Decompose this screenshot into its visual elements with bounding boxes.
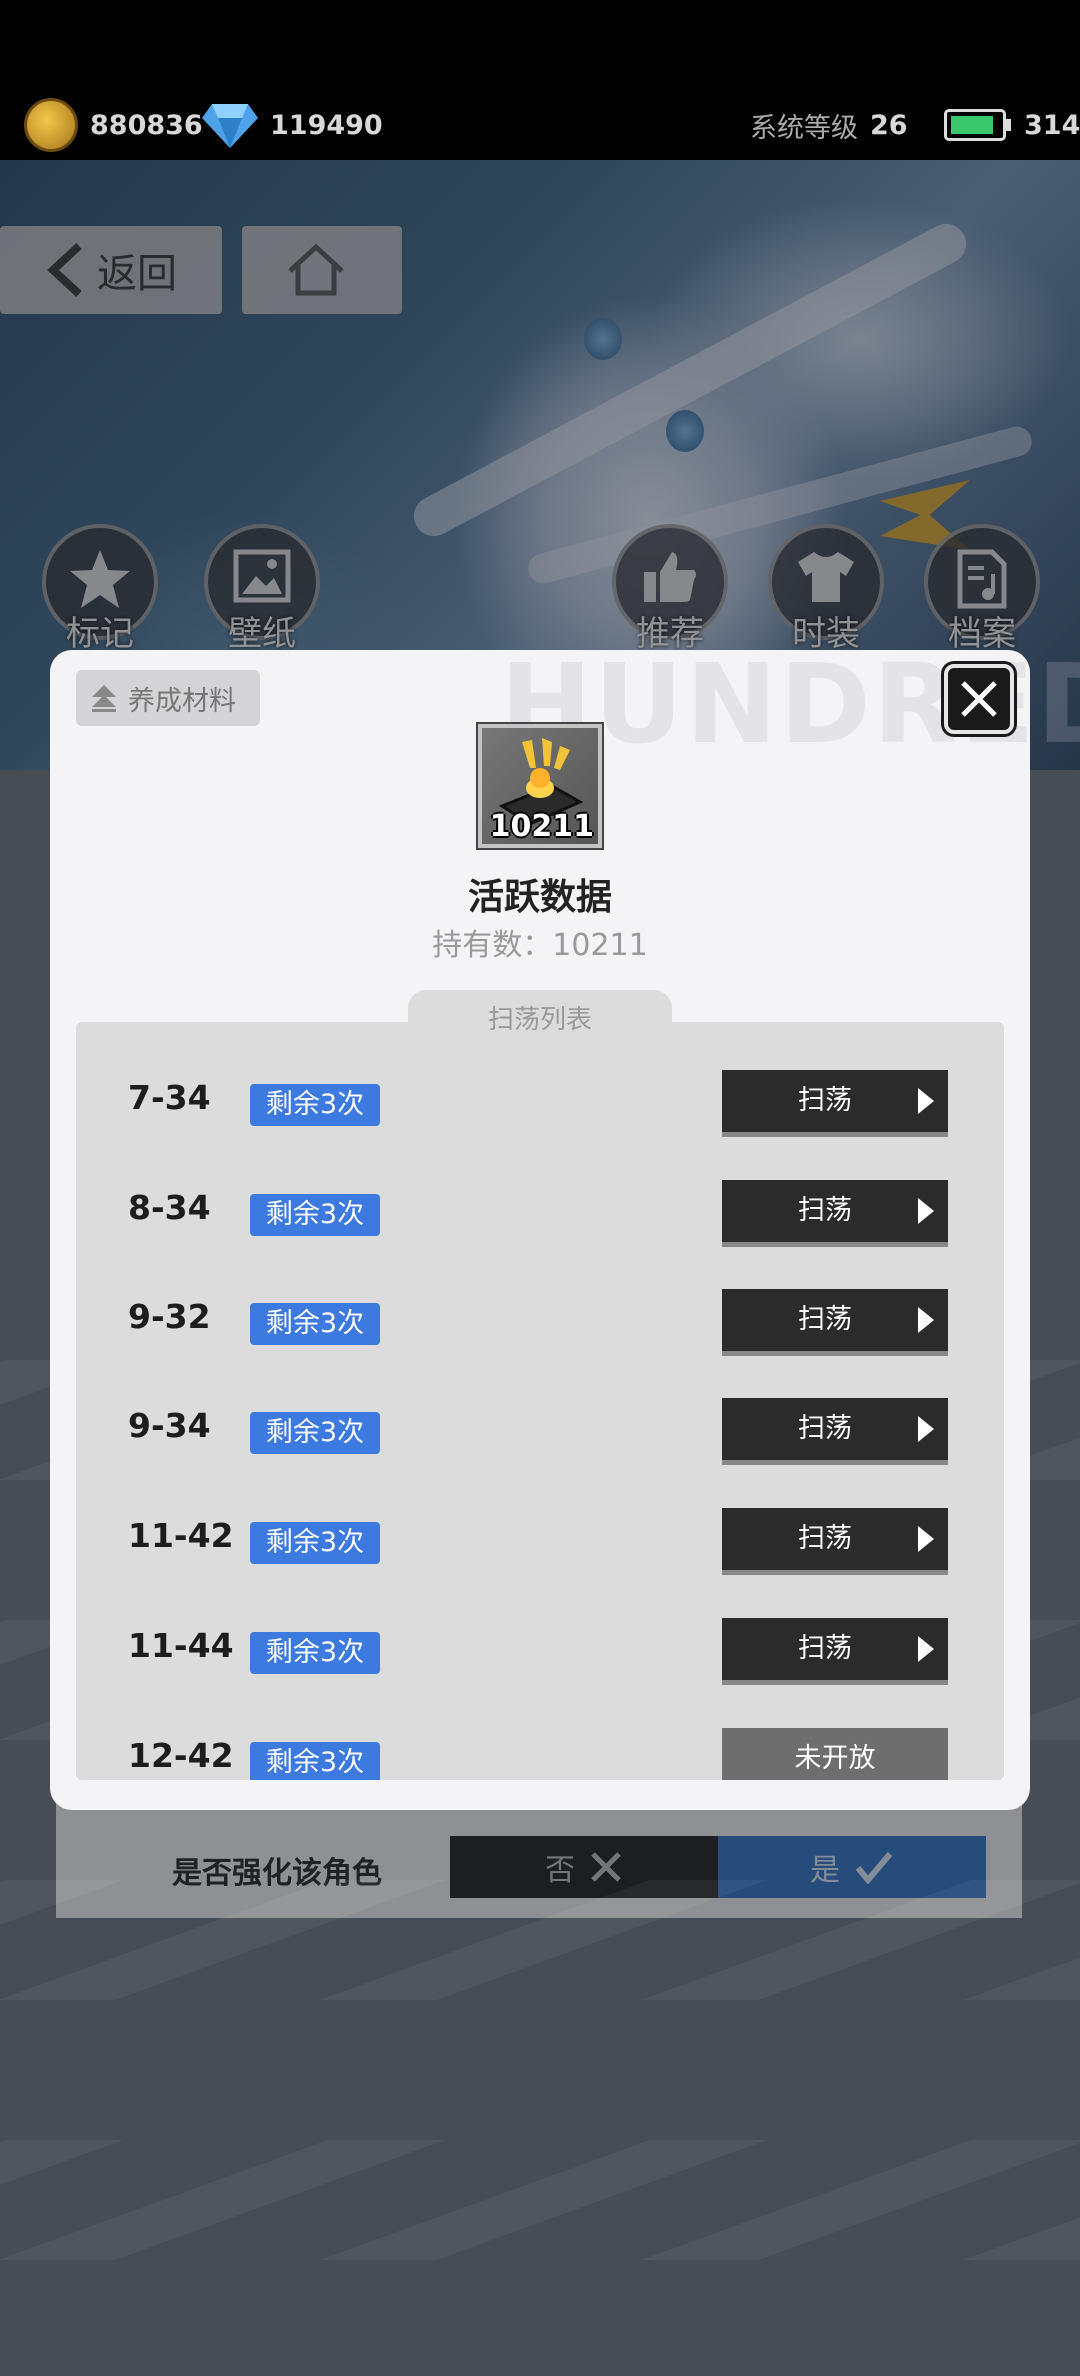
gold-amount: 880836 [90,109,203,141]
diamond-icon [202,104,258,148]
locked-label: 未开放 [794,1743,876,1774]
energy-amount: 314 [1024,109,1080,141]
stage-label: 11-42 [128,1516,234,1555]
play-arrow-icon [918,1416,934,1442]
play-arrow-icon [918,1526,934,1552]
sweep-label: 扫荡 [798,1523,852,1554]
remaining-badge: 剩余3次 [250,1084,380,1126]
sweep-label: 扫荡 [798,1304,852,1335]
system-level: 系统等级 26 [750,100,908,150]
sweep-button[interactable]: 扫荡 [722,1180,948,1242]
list-item: 7-34 剩余3次 扫荡 [76,1070,1004,1140]
item-name: 活跃数据 [467,877,612,918]
sweep-label: 扫荡 [798,1413,852,1444]
sweep-button[interactable]: 扫荡 [722,1070,948,1132]
stage-label: 8-34 [128,1188,211,1227]
gold-resource[interactable]: 880836 [24,98,203,152]
locked-button[interactable]: 未开放 [722,1728,948,1780]
play-arrow-icon [918,1307,934,1333]
stage-label: 11-44 [128,1626,234,1665]
energy-resource[interactable]: 314 [944,100,1080,150]
stage-label: 9-32 [128,1297,211,1336]
play-arrow-icon [918,1198,934,1224]
upgrade-arrow-icon [92,685,116,712]
status-bar: 880836 119490 系统等级 26 314 [0,0,1080,160]
list-item: 11-42 剩余3次 扫荡 [76,1508,1004,1578]
play-arrow-icon [918,1636,934,1662]
gem-resource[interactable]: 119490 [202,100,383,150]
gem-amount: 119490 [270,109,383,141]
category-chip: 养成材料 [76,670,260,726]
close-button[interactable] [944,664,1014,734]
stage-label: 7-34 [128,1078,211,1117]
remaining-badge: 剩余3次 [250,1412,380,1454]
remaining-badge: 剩余3次 [250,1742,380,1780]
sweep-list-title: 扫荡列表 [408,990,672,1048]
stage-label: 12-42 [128,1736,234,1775]
list-item: 9-32 剩余3次 扫荡 [76,1289,1004,1359]
remaining-badge: 剩余3次 [250,1632,380,1674]
sweep-button[interactable]: 扫荡 [722,1289,948,1351]
remaining-badge: 剩余3次 [250,1522,380,1564]
sweep-list[interactable]: 7-34 剩余3次 扫荡 8-34 剩余3次 扫荡 9-32 剩余3次 扫荡 9… [76,1022,1004,1780]
list-item: 9-34 剩余3次 扫荡 [76,1398,1004,1468]
category-label: 养成材料 [128,685,236,717]
close-icon [961,681,997,717]
sweep-label: 扫荡 [798,1085,852,1116]
remaining-badge: 剩余3次 [250,1194,380,1236]
sweep-label: 扫荡 [798,1195,852,1226]
sweep-button[interactable]: 扫荡 [722,1508,948,1570]
sweep-button[interactable]: 扫荡 [722,1618,948,1680]
item-icon-frame: 10211 [478,724,602,848]
item-count-badge: 10211 [489,809,594,844]
sweep-label: 扫荡 [798,1633,852,1664]
stage-label: 9-34 [128,1406,211,1445]
list-item: 11-44 剩余3次 扫荡 [76,1618,1004,1688]
play-arrow-icon [918,1088,934,1114]
system-level-label: 系统等级 [750,112,858,144]
system-level-value: 26 [870,109,908,141]
battery-icon [944,109,1011,141]
owned-count: 持有数：10211 [432,928,648,963]
list-item: 8-34 剩余3次 扫荡 [76,1180,1004,1250]
list-item: 12-42 剩余3次 未开放 [76,1728,1004,1780]
coin-icon [24,98,78,152]
sweep-button[interactable]: 扫荡 [722,1398,948,1460]
remaining-badge: 剩余3次 [250,1303,380,1345]
